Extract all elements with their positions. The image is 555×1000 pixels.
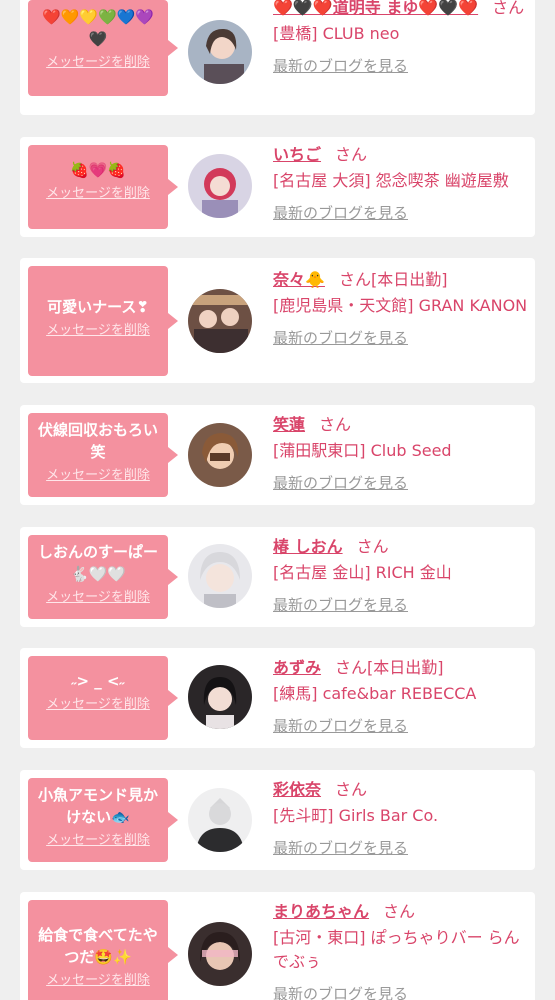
delete-message-link[interactable]: メッセージを削除 xyxy=(34,972,162,990)
latest-blog-link[interactable]: 最新のブログを見る xyxy=(273,714,528,738)
cast-name-link[interactable]: まりあちゃん xyxy=(273,902,369,921)
status-label: [本日出勤] xyxy=(367,658,444,677)
message-text: ❤️🧡💛💚💙💜 🖤 xyxy=(41,8,155,48)
message-text: しおんのすーぱー🐇🤍🤍 xyxy=(37,543,158,583)
cast-info: ❤️🖤❤️道明寺 まゆ❤️🖤❤️ さん [豊橋] CLUB neo 最新のブログを… xyxy=(273,0,528,78)
message-bubble: しおんのすーぱー🐇🤍🤍 メッセージを削除 xyxy=(28,535,178,619)
message-card: ❤️🧡💛💚💙💜 🖤 メッセージを削除 ❤️🖤❤️道明寺 まゆ❤️🖤❤️ さん [豊… xyxy=(20,0,535,115)
cast-name-link[interactable]: あずみ xyxy=(273,658,321,677)
latest-blog-link[interactable]: 最新のブログを見る xyxy=(273,326,528,350)
avatar[interactable] xyxy=(188,20,252,84)
delete-message-link[interactable]: メッセージを削除 xyxy=(34,589,162,607)
shop-label: [先斗町] Girls Bar Co. xyxy=(273,806,439,825)
honorific: さん xyxy=(492,0,525,17)
message-bubble: ❤️🧡💛💚💙💜 🖤 メッセージを削除 xyxy=(28,0,178,96)
shop-label: [蒲田駅東口] Club Seed xyxy=(273,441,452,460)
delete-message-link[interactable]: メッセージを削除 xyxy=(34,54,162,72)
message-bubble: 小魚アモンド見かけない🐟 メッセージを削除 xyxy=(28,778,178,862)
shop-label: [古河・東口] ぽっちゃりバー らんでぶぅ xyxy=(273,928,520,971)
cast-name-link[interactable]: いちご xyxy=(273,145,321,164)
honorific: さん xyxy=(335,780,368,799)
latest-blog-link[interactable]: 最新のブログを見る xyxy=(273,836,528,860)
message-bubble: 可愛いナース❣ メッセージを削除 xyxy=(28,266,178,376)
avatar[interactable] xyxy=(188,665,252,729)
message-bubble: 伏線回収おもろい笑 メッセージを削除 xyxy=(28,413,178,497)
cast-name-link[interactable]: 彩依奈 xyxy=(273,780,321,799)
latest-blog-link[interactable]: 最新のブログを見る xyxy=(273,54,528,78)
message-card: 可愛いナース❣ メッセージを削除 奈々🐥 さん[本日出勤] [鹿児島県・天文館] … xyxy=(20,258,535,383)
avatar[interactable] xyxy=(188,154,252,218)
cast-info: 椿 しおん さん [名古屋 金山] RICH 金山 最新のブログを見る xyxy=(273,535,528,617)
latest-blog-link[interactable]: 最新のブログを見る xyxy=(273,201,528,225)
avatar[interactable] xyxy=(188,423,252,487)
message-list: ❤️🧡💛💚💙💜 🖤 メッセージを削除 ❤️🖤❤️道明寺 まゆ❤️🖤❤️ さん [豊… xyxy=(0,0,555,1000)
avatar[interactable] xyxy=(188,289,252,353)
shop-label: [鹿児島県・天文館] GRAN KANON xyxy=(273,296,528,315)
honorific: さん xyxy=(335,658,368,677)
delete-message-link[interactable]: メッセージを削除 xyxy=(34,832,162,850)
honorific: さん xyxy=(319,415,352,434)
cast-info: 奈々🐥 さん[本日出勤] [鹿児島県・天文館] GRAN KANON 最新のブログ… xyxy=(273,268,528,350)
message-card: 🍓💗🍓 メッセージを削除 いちご さん [名古屋 大須] 怨念喫茶 幽遊屋敷 最新… xyxy=(20,137,535,237)
delete-message-link[interactable]: メッセージを削除 xyxy=(34,696,162,714)
status-label: [本日出勤] xyxy=(370,270,448,289)
honorific: さん xyxy=(356,537,389,556)
delete-message-link[interactable]: メッセージを削除 xyxy=(34,322,162,340)
shop-label: [練馬] cafe&bar REBECCA xyxy=(273,684,477,703)
message-card: 給食で食べてたやつだ🤩✨ メッセージを削除 まりあちゃん さん [古河・東口] ぽ… xyxy=(20,892,535,1000)
cast-info: 笑蓮 さん [蒲田駅東口] Club Seed 最新のブログを見る xyxy=(273,413,528,495)
avatar[interactable] xyxy=(188,922,252,986)
honorific: さん xyxy=(383,902,416,921)
message-text: 給食で食べてたやつだ🤩✨ xyxy=(38,926,158,966)
message-card: 小魚アモンド見かけない🐟 メッセージを削除 彩依奈 さん [先斗町] Girls … xyxy=(20,770,535,870)
cast-name-link[interactable]: 笑蓮 xyxy=(273,415,305,434)
cast-info: いちご さん [名古屋 大須] 怨念喫茶 幽遊屋敷 最新のブログを見る xyxy=(273,143,528,225)
cast-name-link[interactable]: 椿 しおん xyxy=(273,537,343,556)
latest-blog-link[interactable]: 最新のブログを見る xyxy=(273,471,528,495)
shop-label: [名古屋 金山] RICH 金山 xyxy=(273,563,452,582)
message-card: ˶> _ <˶ メッセージを削除 あずみ さん[本日出勤] [練馬] cafe&b… xyxy=(20,648,535,748)
delete-message-link[interactable]: メッセージを削除 xyxy=(34,185,162,203)
message-card: しおんのすーぱー🐇🤍🤍 メッセージを削除 椿 しおん さん [名古屋 金山] RI… xyxy=(20,527,535,627)
message-text: 伏線回収おもろい笑 xyxy=(37,421,158,461)
cast-name-link[interactable]: 奈々🐥 xyxy=(273,270,325,289)
cast-info: 彩依奈 さん [先斗町] Girls Bar Co. 最新のブログを見る xyxy=(273,778,528,860)
cast-name-link[interactable]: ❤️🖤❤️道明寺 まゆ❤️🖤❤️ xyxy=(273,0,478,17)
message-text: 🍓💗🍓 xyxy=(69,161,127,179)
honorific: さん xyxy=(338,270,371,289)
latest-blog-link[interactable]: 最新のブログを見る xyxy=(273,593,528,617)
shop-label: [名古屋 大須] 怨念喫茶 幽遊屋敷 xyxy=(273,171,509,190)
message-bubble: 給食で食べてたやつだ🤩✨ メッセージを削除 xyxy=(28,900,178,1000)
delete-message-link[interactable]: メッセージを削除 xyxy=(34,467,162,485)
shop-label: [豊橋] CLUB neo xyxy=(273,24,400,43)
message-bubble: 🍓💗🍓 メッセージを削除 xyxy=(28,145,178,229)
avatar[interactable] xyxy=(188,788,252,852)
cast-info: まりあちゃん さん [古河・東口] ぽっちゃりバー らんでぶぅ 最新のブログを見る xyxy=(273,900,528,1000)
honorific: さん xyxy=(335,145,368,164)
message-text: ˶> _ <˶ xyxy=(71,672,125,690)
message-card: 伏線回収おもろい笑 メッセージを削除 笑蓮 さん [蒲田駅東口] Club See… xyxy=(20,405,535,505)
cast-info: あずみ さん[本日出勤] [練馬] cafe&bar REBECCA 最新のブログ… xyxy=(273,656,528,738)
message-text: 小魚アモンド見かけない🐟 xyxy=(37,786,158,826)
latest-blog-link[interactable]: 最新のブログを見る xyxy=(273,982,528,1000)
message-bubble: ˶> _ <˶ メッセージを削除 xyxy=(28,656,178,740)
message-text: 可愛いナース❣ xyxy=(47,298,149,316)
avatar[interactable] xyxy=(188,544,252,608)
